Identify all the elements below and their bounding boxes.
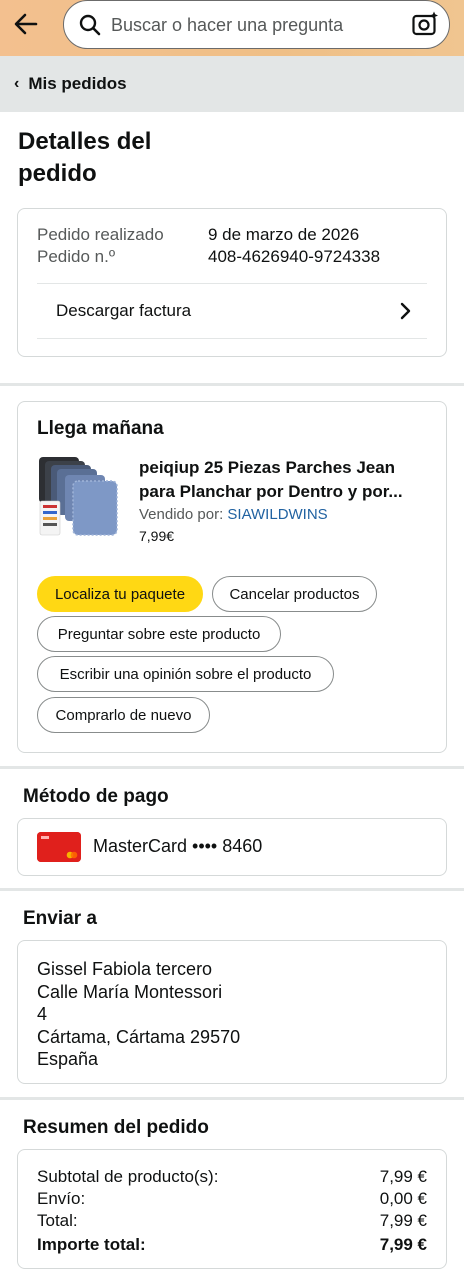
- chevron-right-icon: [400, 302, 411, 320]
- summary-label: Subtotal de producto(s):: [37, 1167, 219, 1186]
- summary-row-grand-total: Importe total: 7,99 €: [37, 1234, 427, 1256]
- ask-product-question-button[interactable]: Preguntar sobre este producto: [37, 616, 281, 652]
- breadcrumb-bar: ‹ Mis pedidos: [0, 56, 464, 112]
- address-line: 4: [37, 1004, 48, 1024]
- summary-value: 0,00 €: [379, 1189, 427, 1208]
- page-title: Detalles del pedido: [18, 128, 152, 187]
- summary-row-total: Total: 7,99 €: [37, 1210, 427, 1232]
- download-invoice-link[interactable]: Descargar factura: [37, 283, 427, 339]
- seller-link[interactable]: SIAWILDWINS: [227, 506, 327, 523]
- breadcrumb-label: Mis pedidos: [28, 74, 127, 93]
- ship-to-heading: Enviar a: [23, 908, 97, 929]
- download-invoice-label: Descargar factura: [56, 301, 192, 320]
- summary-label: Total:: [37, 1211, 78, 1230]
- address-line: Gissel Fabiola tercero: [37, 959, 213, 979]
- cancel-items-button[interactable]: Cancelar productos: [212, 576, 377, 612]
- product-thumbnail[interactable]: [37, 455, 121, 539]
- camera-search-icon[interactable]: [411, 10, 439, 38]
- address-line: Calle María Montessori: [37, 981, 223, 1002]
- search-input[interactable]: [111, 11, 401, 39]
- sold-by: Vendido por: SIAWILDWINS: [139, 506, 328, 523]
- payment-heading: Método de pago: [23, 786, 169, 807]
- section-divider: [0, 1097, 464, 1100]
- summary-heading: Resumen del pedido: [23, 1117, 209, 1138]
- write-review-button[interactable]: Escribir una opinión sobre el producto: [37, 656, 334, 692]
- mastercard-icon: [37, 832, 81, 862]
- address-line: Cártama, Cártama 29570: [37, 1026, 241, 1047]
- product-price: 7,99€: [139, 528, 175, 544]
- order-placed-value: 9 de marzo de 2026: [208, 225, 360, 244]
- order-placed-label: Pedido realizado: [37, 225, 164, 244]
- address-line: España: [37, 1049, 99, 1069]
- buy-again-button[interactable]: Comprarlo de nuevo: [37, 697, 210, 733]
- summary-value: 7,99 €: [379, 1167, 427, 1186]
- order-number-value: 408-4626940-9724338: [208, 247, 381, 266]
- summary-value: 7,99 €: [379, 1235, 427, 1254]
- section-divider: [0, 888, 464, 891]
- sold-by-label: Vendido por:: [139, 506, 228, 523]
- chevron-left-icon: ‹: [14, 75, 20, 92]
- order-number-label: Pedido n.º: [37, 247, 116, 266]
- section-divider: [0, 766, 464, 769]
- summary-label: Envío:: [37, 1189, 86, 1208]
- top-bar: [0, 0, 464, 56]
- summary-label: Importe total:: [37, 1235, 146, 1254]
- section-divider: [0, 383, 464, 386]
- search-box[interactable]: [63, 0, 450, 49]
- shipping-address: Gissel Fabiola tercero Calle María Monte…: [37, 958, 240, 1071]
- shipment-heading: Llega mañana: [37, 418, 164, 439]
- search-icon: [79, 14, 101, 36]
- back-arrow-icon[interactable]: [12, 10, 40, 38]
- summary-value: 7,99 €: [379, 1211, 427, 1230]
- payment-card-text: MasterCard •••• 8460: [93, 836, 263, 856]
- track-package-button[interactable]: Localiza tu paquete: [37, 576, 203, 612]
- product-title[interactable]: peiqiup 25 Piezas Parches Jean para Plan…: [139, 456, 429, 504]
- breadcrumb-my-orders[interactable]: ‹ Mis pedidos: [14, 74, 127, 94]
- summary-row-shipping: Envío: 0,00 €: [37, 1188, 427, 1210]
- summary-row-subtotal: Subtotal de producto(s): 7,99 €: [37, 1166, 427, 1188]
